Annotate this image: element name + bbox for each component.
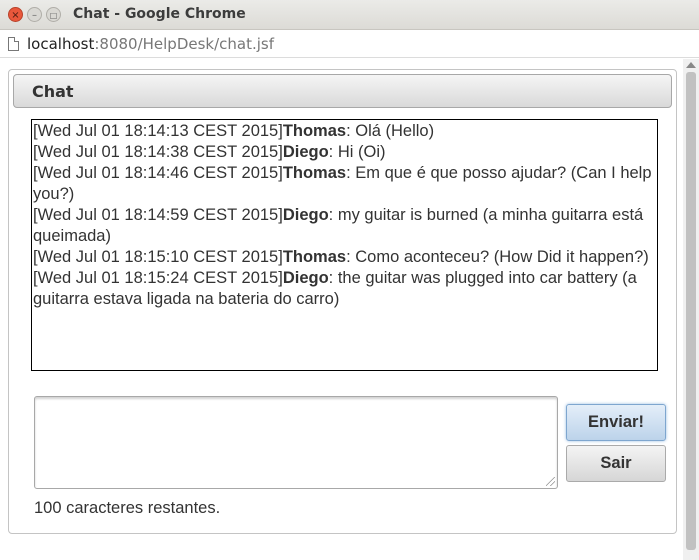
page-content: Chat [Wed Jul 01 18:14:13 CEST 2015]Thom…: [0, 59, 699, 560]
send-button[interactable]: Enviar!: [566, 404, 666, 441]
minimize-window-button[interactable]: –: [27, 7, 42, 22]
scroll-thumb[interactable]: [686, 72, 696, 550]
chat-panel: Chat [Wed Jul 01 18:14:13 CEST 2015]Thom…: [8, 69, 677, 534]
scroll-up-arrow-icon[interactable]: [686, 62, 696, 68]
chat-message: [Wed Jul 01 18:15:10 CEST 2015]Thomas: C…: [33, 247, 657, 268]
chat-message: [Wed Jul 01 18:14:13 CEST 2015]Thomas: O…: [33, 121, 657, 142]
page-icon: [8, 37, 19, 51]
message-sender: Thomas: [282, 248, 347, 266]
message-timestamp: [Wed Jul 01 18:14:59 CEST 2015]: [33, 206, 283, 224]
message-sender: Diego: [282, 269, 329, 287]
message-timestamp: [Wed Jul 01 18:15:24 CEST 2015]: [33, 269, 283, 287]
message-timestamp: [Wed Jul 01 18:14:38 CEST 2015]: [33, 143, 283, 161]
panel-header: Chat: [13, 74, 672, 108]
url-text[interactable]: localhost:8080/HelpDesk/chat.jsf: [27, 35, 274, 53]
url-host: localhost: [27, 35, 95, 53]
maximize-window-button[interactable]: □: [46, 7, 61, 22]
message-sender: Thomas: [282, 122, 347, 140]
close-window-button[interactable]: ×: [8, 7, 23, 22]
message-text: : Como aconteceu? (How Did it happen?): [346, 248, 649, 266]
message-sender: Thomas: [282, 164, 347, 182]
resize-grip-icon[interactable]: [546, 477, 555, 486]
characters-remaining: 100 caracteres restantes.: [34, 499, 221, 517]
message-input[interactable]: [34, 396, 558, 489]
chat-log[interactable]: [Wed Jul 01 18:14:13 CEST 2015]Thomas: O…: [31, 119, 658, 371]
message-text: : Hi (Oi): [328, 143, 386, 161]
panel-title: Chat: [32, 82, 74, 101]
chat-message: [Wed Jul 01 18:14:59 CEST 2015]Diego: my…: [33, 205, 657, 247]
message-timestamp: [Wed Jul 01 18:14:46 CEST 2015]: [33, 164, 283, 182]
address-bar[interactable]: localhost:8080/HelpDesk/chat.jsf: [0, 30, 699, 58]
url-path: :8080/HelpDesk/chat.jsf: [94, 35, 275, 53]
window-titlebar: × – □ Chat - Google Chrome: [0, 0, 699, 30]
exit-button[interactable]: Sair: [566, 445, 666, 482]
message-timestamp: [Wed Jul 01 18:14:13 CEST 2015]: [33, 122, 283, 140]
chat-message: [Wed Jul 01 18:14:38 CEST 2015]Diego: Hi…: [33, 142, 657, 163]
message-sender: Diego: [282, 143, 329, 161]
message-sender: Diego: [282, 206, 329, 224]
page-scrollbar[interactable]: [683, 59, 699, 560]
chat-message: [Wed Jul 01 18:15:24 CEST 2015]Diego: th…: [33, 268, 657, 310]
chat-message: [Wed Jul 01 18:14:46 CEST 2015]Thomas: E…: [33, 163, 657, 205]
message-text: : Olá (Hello): [346, 122, 435, 140]
window-title: Chat - Google Chrome: [73, 6, 246, 22]
message-timestamp: [Wed Jul 01 18:15:10 CEST 2015]: [33, 248, 283, 266]
